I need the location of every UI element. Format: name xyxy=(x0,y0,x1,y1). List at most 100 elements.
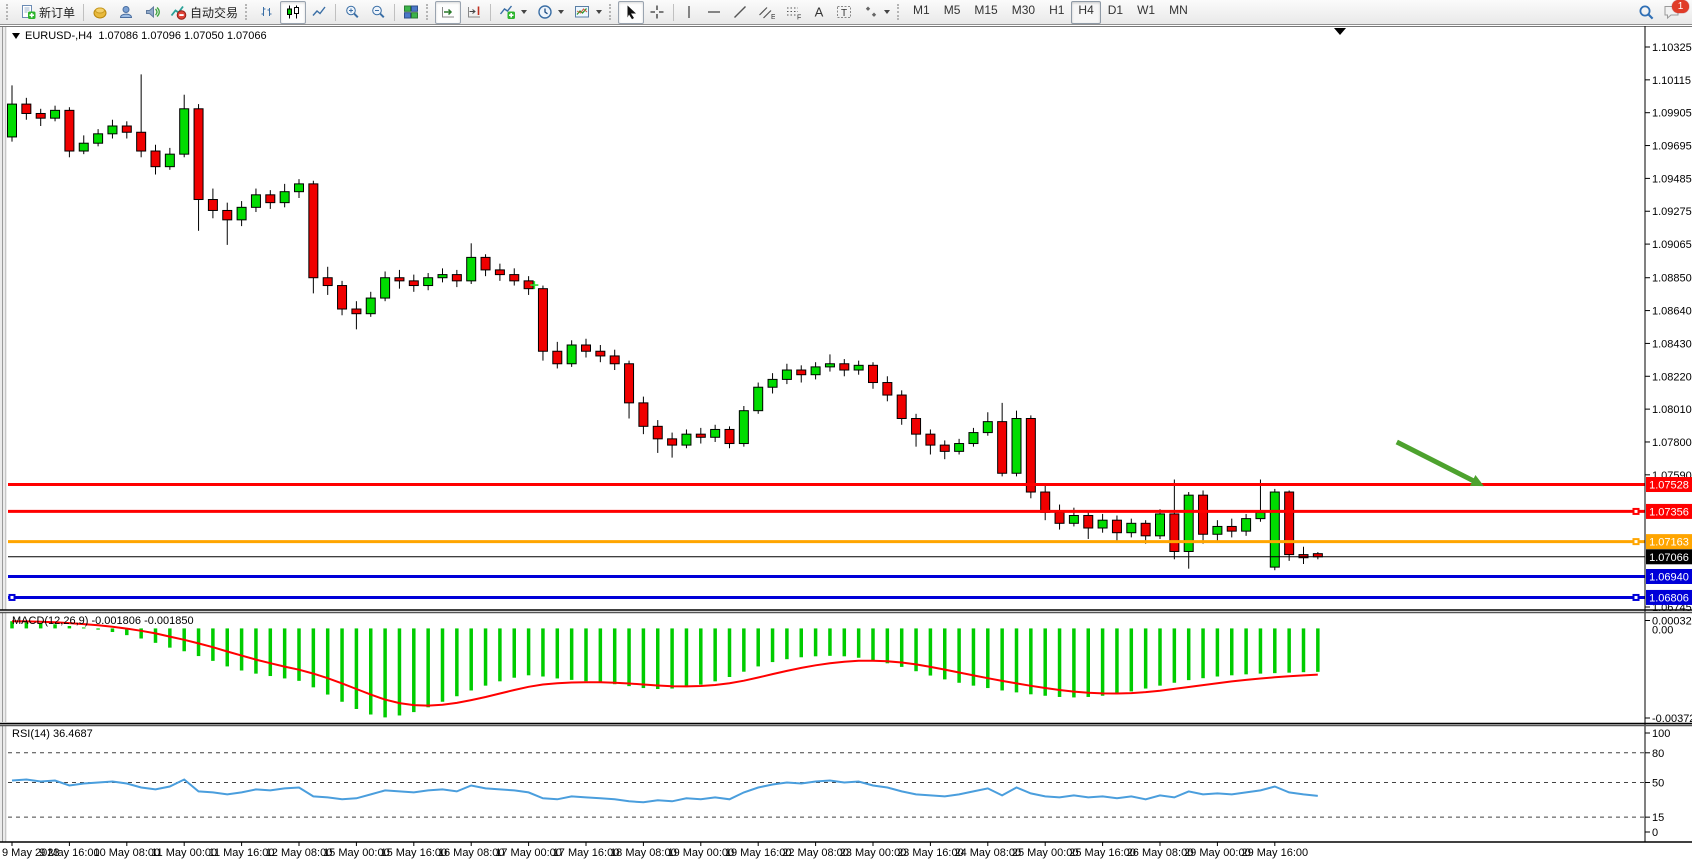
svg-text:1.07528: 1.07528 xyxy=(1649,480,1689,492)
candle xyxy=(782,370,791,379)
auto-trading-button[interactable]: 自动交易 xyxy=(165,1,243,24)
macd-bar xyxy=(900,628,904,666)
candle xyxy=(1084,515,1093,528)
zoom-out-button[interactable] xyxy=(365,1,391,24)
candle xyxy=(295,184,304,192)
period-button-m5[interactable]: M5 xyxy=(937,1,968,24)
period-button-m30[interactable]: M30 xyxy=(1005,1,1042,24)
notification-badge: 1 xyxy=(1672,0,1689,13)
crosshair-icon xyxy=(649,4,665,20)
line-chart-button[interactable] xyxy=(306,1,332,24)
channel-tool-button[interactable]: E xyxy=(753,1,780,24)
candle xyxy=(883,383,892,396)
macd-bar xyxy=(498,628,502,681)
macd-bar xyxy=(441,628,445,701)
cursor-tool-button[interactable] xyxy=(618,1,644,24)
macd-bar xyxy=(455,628,459,696)
macd-bar xyxy=(929,628,933,675)
period-button-h1[interactable]: H1 xyxy=(1042,1,1071,24)
fibonacci-tool-button[interactable]: F xyxy=(780,1,807,24)
candle xyxy=(696,434,705,437)
time-axis[interactable]: 9 May 20239 May 16:0010 May 08:0011 May … xyxy=(2,842,1308,859)
indicators-button[interactable] xyxy=(494,1,532,24)
candlestick-chart-button[interactable] xyxy=(280,1,306,24)
crosshair-tool-button[interactable] xyxy=(644,1,670,24)
broadcast-icon xyxy=(144,4,160,20)
price-axis[interactable]: 1.103251.101151.099051.096951.094851.092… xyxy=(1645,42,1692,839)
macd-bar xyxy=(570,628,574,679)
svg-text:T: T xyxy=(841,8,847,19)
period-button-m1[interactable]: M1 xyxy=(906,1,937,24)
macd-bar xyxy=(584,628,588,681)
chart-window[interactable]: 1.103251.101151.099051.096951.094851.092… xyxy=(0,26,1692,864)
zoom-in-icon xyxy=(344,4,360,20)
indicators-icon xyxy=(499,4,516,20)
shift-marker-icon[interactable] xyxy=(1334,28,1346,35)
new-order-label: 新订单 xyxy=(39,4,75,21)
trendline-tool-button[interactable] xyxy=(727,1,753,24)
macd-bar xyxy=(785,628,789,659)
auto-scroll-button[interactable] xyxy=(435,1,461,24)
horizontal-line-tool-button[interactable] xyxy=(701,1,727,24)
rsi-indicator-label: RSI(14) 36.4687 xyxy=(12,728,93,740)
tile-windows-button[interactable] xyxy=(398,1,424,24)
new-order-button[interactable]: 新订单 xyxy=(15,1,80,24)
svg-text:11 May 00:00: 11 May 00:00 xyxy=(151,847,217,859)
macd-bar xyxy=(340,628,344,701)
candle xyxy=(36,113,45,118)
candle xyxy=(51,110,60,118)
gold-icon xyxy=(92,4,108,20)
candle xyxy=(768,379,777,387)
search-icon[interactable] xyxy=(1638,4,1655,21)
macd-bar xyxy=(556,628,560,678)
candle xyxy=(22,104,31,113)
period-button-w1[interactable]: W1 xyxy=(1130,1,1162,24)
candle xyxy=(682,434,691,445)
bar-chart-button[interactable] xyxy=(254,1,280,24)
svg-text:1.10325: 1.10325 xyxy=(1652,42,1692,54)
macd-bar xyxy=(82,627,86,628)
candle xyxy=(237,207,246,220)
toolbar-grip xyxy=(426,4,433,20)
market-depth-button[interactable] xyxy=(87,1,113,24)
svg-text:1.06940: 1.06940 xyxy=(1649,571,1689,583)
candle xyxy=(495,270,504,275)
candle xyxy=(725,429,734,443)
macd-bar xyxy=(713,628,717,681)
toolbar-separator xyxy=(394,4,395,21)
community-button[interactable] xyxy=(113,1,139,24)
periods-dropdown-button[interactable] xyxy=(532,1,569,24)
macd-bar xyxy=(1259,628,1263,673)
macd-bar xyxy=(871,628,875,660)
news-button[interactable] xyxy=(139,1,165,24)
candle xyxy=(452,275,461,281)
period-button-m15[interactable]: M15 xyxy=(967,1,1004,24)
chart-collapse-icon[interactable] xyxy=(12,33,20,39)
arrows-icon xyxy=(863,4,879,20)
vertical-line-tool-button[interactable] xyxy=(677,1,701,24)
macd-bar xyxy=(1029,628,1033,694)
text-tool-button[interactable]: A xyxy=(807,1,831,24)
toolbar-grip xyxy=(6,4,13,20)
period-button-mn[interactable]: MN xyxy=(1162,1,1195,24)
chart-shift-button[interactable] xyxy=(461,1,487,24)
macd-bar xyxy=(513,628,517,677)
chart-canvas[interactable]: 1.103251.101151.099051.096951.094851.092… xyxy=(0,26,1692,864)
svg-text:1.06806: 1.06806 xyxy=(1649,592,1689,604)
trend-arrow-object[interactable] xyxy=(1397,442,1479,483)
candle xyxy=(567,345,576,364)
templates-button[interactable] xyxy=(569,1,607,24)
macd-bar xyxy=(800,628,804,657)
candle xyxy=(1285,492,1294,555)
zoom-in-button[interactable] xyxy=(339,1,365,24)
macd-bar xyxy=(642,628,646,688)
label-tool-button[interactable]: T xyxy=(831,1,858,24)
period-button-h4[interactable]: H4 xyxy=(1071,1,1100,24)
svg-text:1.08640: 1.08640 xyxy=(1652,306,1692,318)
notifications-button[interactable]: 1 xyxy=(1663,4,1682,21)
period-button-d1[interactable]: D1 xyxy=(1101,1,1130,24)
macd-bar xyxy=(541,628,545,676)
arrows-tool-button[interactable] xyxy=(858,1,895,24)
templates-caret xyxy=(596,10,602,14)
trendline-icon xyxy=(732,4,748,20)
